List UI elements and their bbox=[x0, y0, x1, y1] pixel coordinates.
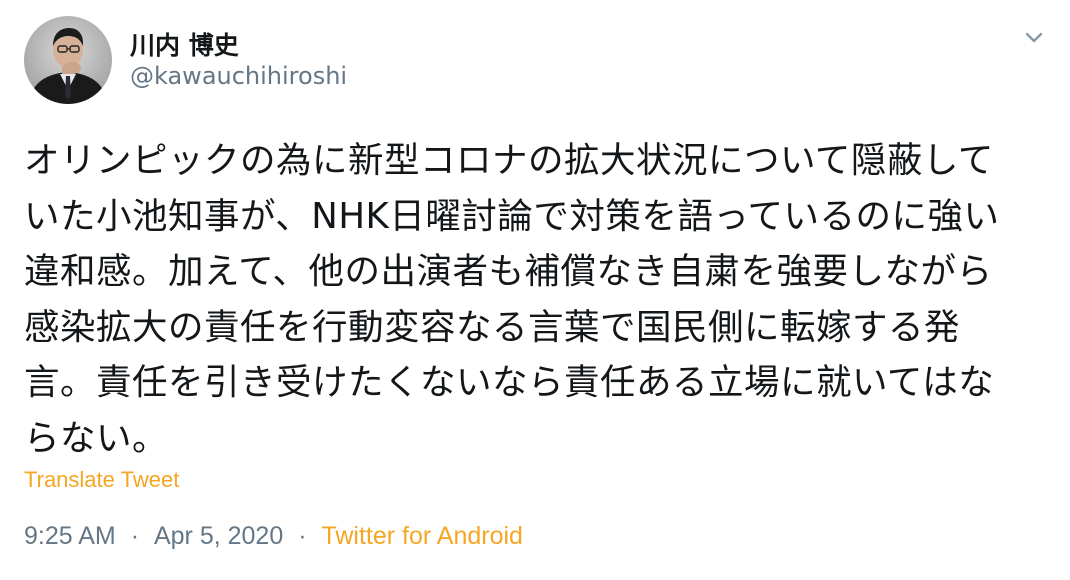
author-avatar[interactable] bbox=[24, 16, 112, 104]
tweet-metadata: 9:25 AM · Apr 5, 2020 · Twitter for Andr… bbox=[24, 522, 523, 551]
tweet-card: 川内 博史 @kawauchihiroshi オリンピックの為に新型コロナの拡大… bbox=[0, 0, 1070, 580]
tweet-date[interactable]: Apr 5, 2020 bbox=[154, 522, 283, 551]
separator-dot: · bbox=[298, 522, 307, 550]
avatar-photo-icon bbox=[24, 16, 112, 104]
translate-tweet-link[interactable]: Translate Tweet bbox=[24, 467, 179, 493]
separator-dot: · bbox=[130, 522, 140, 550]
tweet-source-link[interactable]: Twitter for Android bbox=[321, 522, 522, 551]
tweet-timestamp[interactable]: 9:25 AM bbox=[24, 522, 116, 551]
author-display-name[interactable]: 川内 博史 bbox=[130, 26, 239, 62]
author-handle[interactable]: @kawauchihiroshi bbox=[130, 62, 347, 90]
tweet-text: オリンピックの為に新型コロナの拡大状況について隠蔽していた小池知事が、NHK日曜… bbox=[24, 140, 1000, 459]
chevron-down-icon bbox=[1025, 32, 1043, 43]
tweet-menu-button[interactable] bbox=[1016, 24, 1052, 52]
